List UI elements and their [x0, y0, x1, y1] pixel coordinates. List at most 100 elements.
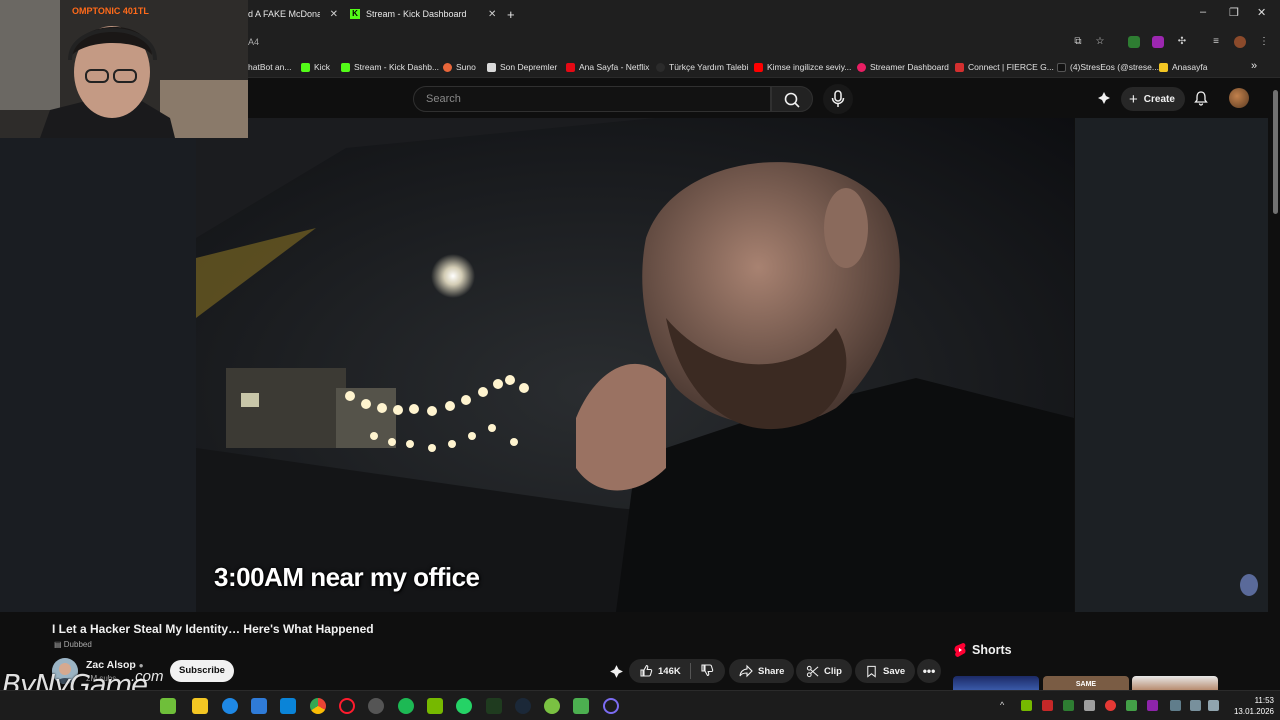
tray-icon[interactable]	[1042, 700, 1053, 711]
close-tab-icon[interactable]: ✕	[488, 9, 496, 20]
bookmark-item[interactable]: Kick	[301, 62, 330, 72]
volume-icon[interactable]	[1208, 700, 1219, 711]
like-dislike-group: 146K	[629, 659, 725, 683]
youtube-icon	[754, 62, 763, 72]
tray-icon[interactable]	[1021, 700, 1032, 711]
share-button[interactable]: Share	[729, 659, 795, 683]
kick-icon: K	[350, 9, 360, 19]
minimize-icon[interactable]: –	[1200, 6, 1206, 18]
app-icon[interactable]	[603, 698, 619, 714]
tray-icon[interactable]	[1105, 700, 1116, 711]
tab-kick-dashboard[interactable]: K Stream - Kick Dashboard ✕	[350, 4, 500, 24]
bookmark-item[interactable]: hatBot an...	[248, 62, 291, 72]
bookmark-item[interactable]: Türkçe Yardım Talebi	[656, 62, 748, 72]
account-avatar[interactable]	[1229, 88, 1249, 108]
search-input[interactable]: Search	[413, 86, 771, 112]
spotify-icon[interactable]	[398, 698, 414, 714]
dislike-button[interactable]	[700, 663, 714, 680]
system-clock[interactable]: 11:53 13.01.2026	[1226, 695, 1274, 717]
dubbed-icon: ▤	[54, 640, 64, 649]
bookmark-item[interactable]: Suno	[443, 62, 476, 72]
microphone-icon	[831, 90, 845, 107]
app-icon[interactable]	[280, 698, 296, 714]
create-button[interactable]: + Create	[1121, 87, 1185, 111]
video-title: I Let a Hacker Steal My Identity… Here's…	[52, 622, 374, 636]
new-tab-button[interactable]: +	[507, 4, 515, 24]
bookmark-item[interactable]: Son Depremler	[487, 62, 557, 72]
share-arrow-icon	[739, 664, 753, 678]
subscribe-button[interactable]: Subscribe	[170, 660, 234, 682]
tab-search-icon[interactable]: ≡	[1210, 36, 1222, 48]
more-actions-button[interactable]: •••	[917, 659, 941, 683]
tab-mcdonalds[interactable]: d A FAKE McDonald ✕	[248, 4, 338, 24]
dubbed-badge: ▤ Dubbed	[54, 640, 92, 649]
whatsapp-icon[interactable]	[456, 698, 472, 714]
page-icon	[487, 62, 496, 72]
app-icon[interactable]	[368, 698, 384, 714]
app-icon[interactable]	[486, 698, 502, 714]
clip-label: Clip	[824, 665, 842, 677]
profile-avatar[interactable]	[1234, 36, 1246, 48]
bookmark-item[interactable]: Stream - Kick Dashb...	[341, 62, 439, 72]
bookmark-item[interactable]: Connect | FIERCE G...	[955, 62, 1054, 72]
extension-icon[interactable]	[1128, 36, 1140, 48]
netflix-icon	[566, 62, 575, 72]
widget-icon[interactable]	[160, 698, 176, 714]
bookmark-item[interactable]: Streamer Dashboard	[857, 62, 949, 72]
video-player[interactable]: 3:00AM near my office	[196, 118, 1074, 612]
clip-button[interactable]: Clip	[796, 659, 852, 683]
bookmark-item[interactable]: (4)StresEos (@strese...	[1057, 62, 1159, 72]
network-icon[interactable]	[1190, 700, 1201, 711]
restore-icon[interactable]: ❐	[1229, 6, 1239, 19]
ask-sparkle-icon[interactable]	[609, 664, 624, 684]
plus-icon: +	[1129, 90, 1138, 108]
microphone-tray-icon[interactable]	[1170, 700, 1181, 711]
tray-icon[interactable]	[1126, 700, 1137, 711]
search-button[interactable]	[771, 86, 813, 112]
divider	[689, 663, 691, 679]
address-bar[interactable]: A4	[240, 31, 1120, 53]
store-icon[interactable]	[251, 698, 267, 714]
install-icon[interactable]: ⧉	[1072, 36, 1084, 48]
edge-icon[interactable]	[222, 698, 238, 714]
dashboard-icon	[857, 62, 866, 72]
tray-icon[interactable]	[1063, 700, 1074, 711]
kick-icon	[301, 62, 310, 72]
short-thumbnail[interactable]	[953, 676, 1039, 690]
like-count: 146K	[658, 665, 681, 677]
bookmark-item[interactable]: Ana Sayfa - Netflix	[566, 62, 649, 72]
tray-overflow-icon[interactable]: ^	[1000, 700, 1011, 711]
steam-icon[interactable]	[515, 698, 531, 714]
bookmarks-overflow-icon[interactable]: »	[1251, 60, 1257, 72]
voice-search-button[interactable]	[823, 84, 853, 114]
shorts-heading: Shorts	[954, 643, 1012, 657]
save-button[interactable]: Save	[855, 659, 916, 683]
premium-sparkle-icon[interactable]	[1097, 91, 1111, 110]
bookmark-item[interactable]: Anasayfa	[1159, 62, 1207, 72]
tray-icon[interactable]	[1147, 700, 1158, 711]
like-button[interactable]: 146K	[639, 664, 681, 678]
clock-date: 13.01.2026	[1233, 707, 1274, 716]
chrome-icon[interactable]	[310, 698, 326, 714]
page-scrollbar[interactable]	[1270, 78, 1280, 690]
bookmark-item[interactable]: Kimse ingilizce seviy...	[754, 62, 851, 72]
extensions-puzzle-icon[interactable]: ✣	[1176, 36, 1188, 48]
notifications-bell-icon[interactable]	[1193, 90, 1209, 111]
save-label: Save	[883, 665, 906, 677]
nvidia-icon[interactable]	[427, 698, 443, 714]
mini-avatar	[1240, 574, 1258, 596]
menu-kebab-icon[interactable]: ⋮	[1258, 36, 1270, 48]
app-icon[interactable]	[544, 698, 560, 714]
close-window-icon[interactable]: ✕	[1257, 6, 1266, 19]
tray-icon[interactable]	[1084, 700, 1095, 711]
file-explorer-icon[interactable]	[192, 698, 208, 714]
thumbs-down-icon	[701, 663, 713, 676]
opera-icon[interactable]	[339, 698, 355, 714]
minecraft-icon[interactable]	[573, 698, 589, 714]
close-tab-icon[interactable]: ✕	[330, 9, 338, 20]
short-thumbnail[interactable]: SAME	[1043, 676, 1129, 690]
short-thumbnail[interactable]	[1132, 676, 1218, 690]
scrollbar-thumb[interactable]	[1273, 90, 1278, 214]
bookmark-star-icon[interactable]: ☆	[1094, 36, 1106, 48]
extension-icon[interactable]	[1152, 36, 1164, 48]
